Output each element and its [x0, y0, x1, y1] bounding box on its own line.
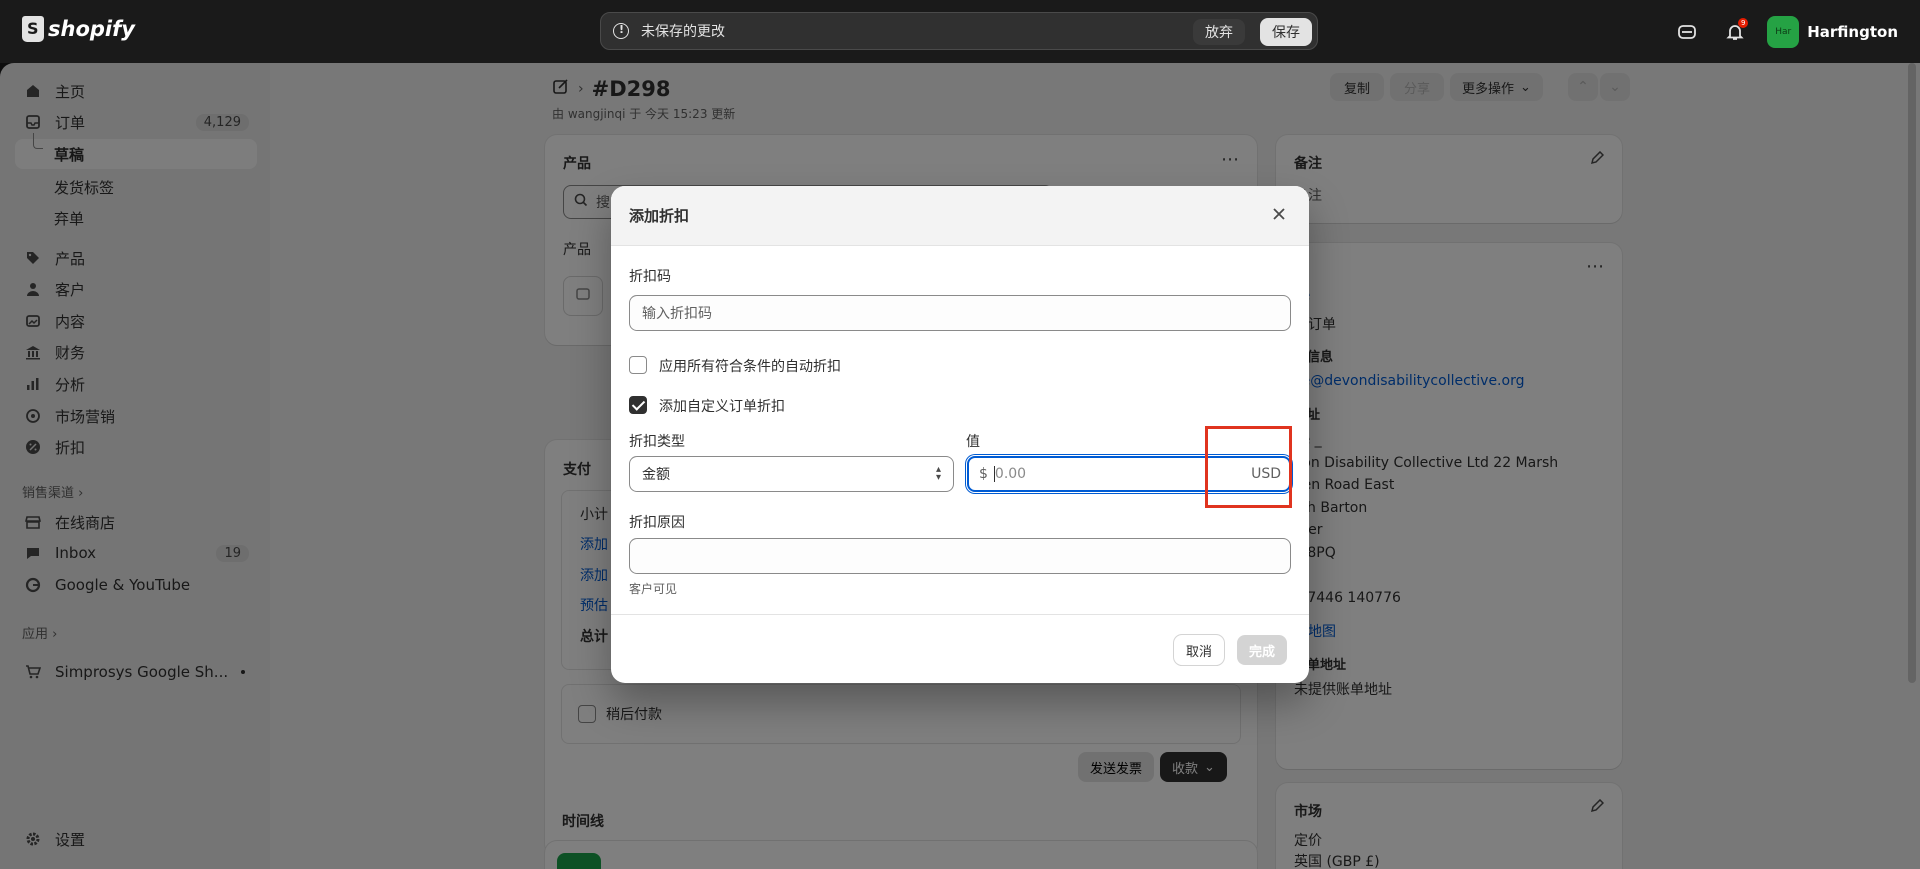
logo-text: shopify — [48, 17, 135, 41]
discount-type-select[interactable]: 金额 ▴ ▾ — [629, 456, 954, 492]
discount-type-label: 折扣类型 — [629, 434, 685, 450]
discount-reason-input[interactable] — [629, 538, 1291, 574]
sidekick-icon[interactable] — [1671, 16, 1703, 48]
notifications-bell-icon[interactable]: 9 — [1719, 16, 1751, 48]
dialog-header: 添加折扣 — [611, 186, 1309, 246]
dialog-divider — [611, 614, 1309, 615]
discount-reason-label: 折扣原因 — [629, 515, 685, 531]
user-name: Harfington — [1807, 22, 1898, 41]
currency-symbol: $ — [979, 466, 988, 482]
top-bar: shopify 未保存的更改 放弃 保存 9 Har Harfington — [0, 0, 1920, 63]
discount-type-value: 金额 — [642, 467, 670, 483]
discount-code-placeholder: 输入折扣码 — [642, 306, 712, 322]
value-placeholder: 0.00 — [994, 466, 1027, 482]
unsaved-text: 未保存的更改 — [641, 24, 725, 40]
shopify-bag-icon — [22, 16, 44, 42]
avatar: Har — [1767, 15, 1800, 48]
user-menu[interactable]: Har Harfington — [1767, 15, 1898, 48]
value-label: 值 — [966, 434, 980, 450]
notification-badge: 9 — [1738, 17, 1749, 28]
shopify-logo[interactable]: shopify — [22, 16, 135, 42]
highlight-annotation-box — [1205, 426, 1292, 508]
auto-discount-label: 应用所有符合条件的自动折扣 — [659, 359, 841, 375]
discount-code-label: 折扣码 — [629, 269, 671, 285]
discount-code-input[interactable]: 输入折扣码 — [629, 295, 1291, 331]
close-icon — [1272, 207, 1286, 225]
done-button[interactable]: 完成 — [1237, 635, 1288, 665]
custom-discount-checkbox[interactable] — [629, 396, 647, 414]
add-discount-dialog: 添加折扣 折扣码 输入折扣码 应用所有符合条件的自动折扣 添加自定义订单折扣 折… — [611, 186, 1309, 683]
reason-help-text: 客户可见 — [629, 582, 678, 596]
dialog-title: 添加折扣 — [629, 207, 690, 225]
cancel-button[interactable]: 取消 — [1174, 635, 1225, 665]
auto-discount-checkbox[interactable] — [629, 356, 647, 374]
unsaved-changes-bar: 未保存的更改 放弃 保存 — [600, 12, 1318, 50]
custom-discount-label: 添加自定义订单折扣 — [659, 399, 785, 415]
save-button[interactable]: 保存 — [1260, 18, 1312, 46]
alert-icon — [613, 23, 629, 39]
discard-button[interactable]: 放弃 — [1193, 19, 1245, 45]
close-button[interactable] — [1265, 202, 1293, 230]
select-arrows-icon: ▴ ▾ — [935, 464, 941, 483]
